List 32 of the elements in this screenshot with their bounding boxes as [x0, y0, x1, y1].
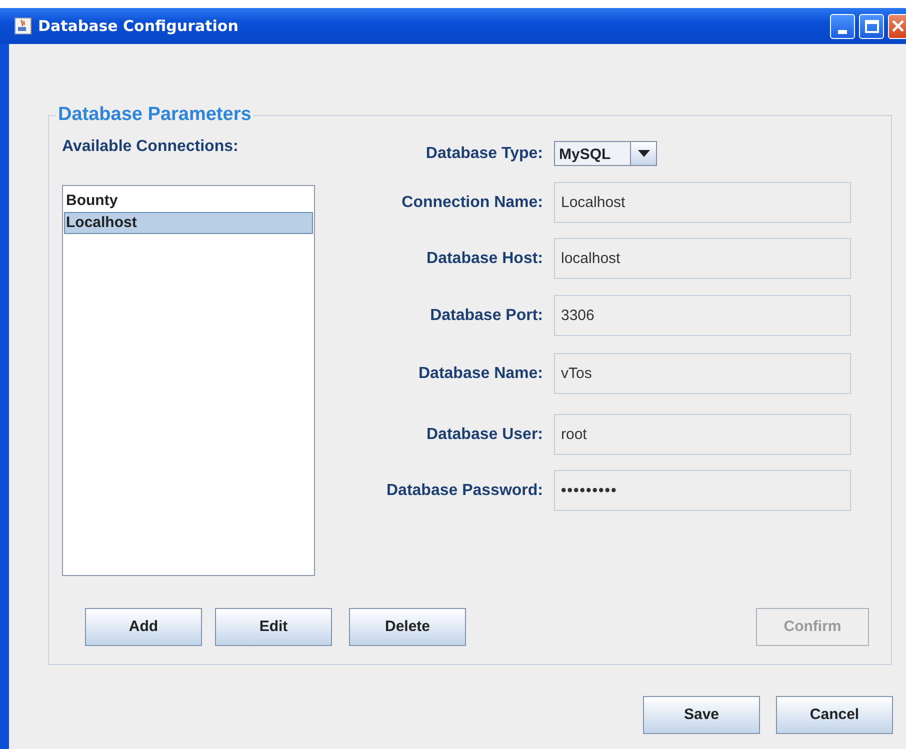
input-field[interactable]: Localhost: [554, 182, 851, 223]
list-item[interactable]: Localhost: [64, 212, 313, 234]
input-field[interactable]: 3306: [554, 295, 851, 336]
button[interactable]: Save: [643, 696, 760, 734]
close-icon: [892, 20, 904, 32]
field-label: Database Host:: [426, 248, 543, 268]
connections-list[interactable]: Bounty Localhost: [62, 185, 315, 576]
field-label: Database Port:: [429, 306, 543, 326]
button[interactable]: Edit: [215, 608, 332, 646]
coffee-cup-icon: [14, 17, 32, 35]
list-item[interactable]: Bounty: [64, 190, 313, 212]
maximize-button[interactable]: [859, 14, 884, 38]
minimize-button[interactable]: [830, 14, 855, 38]
database-type-dropdown[interactable]: MySQL: [554, 141, 657, 166]
field-label: Database Type:: [424, 144, 543, 164]
field-label: Connection Name:: [400, 192, 543, 212]
connections-label: Available Connections:: [62, 137, 240, 157]
button[interactable]: Delete: [349, 608, 466, 646]
maximize-icon: [864, 20, 878, 32]
field-label: Database Name:: [418, 364, 543, 384]
caret-icon: [638, 150, 650, 157]
minimize-icon: [838, 30, 847, 34]
close-button[interactable]: [888, 14, 906, 38]
field-label: Database Password:: [385, 480, 543, 500]
window-title: Database Configuration: [38, 16, 238, 37]
password-field[interactable]: •••••••••: [554, 470, 851, 511]
input-field[interactable]: root: [554, 414, 851, 455]
input-field[interactable]: localhost: [554, 238, 851, 279]
input-field[interactable]: vTos: [554, 353, 851, 394]
button[interactable]: Cancel: [776, 696, 893, 734]
button[interactable]: Add: [85, 608, 202, 646]
field-label: Database User:: [426, 424, 543, 444]
